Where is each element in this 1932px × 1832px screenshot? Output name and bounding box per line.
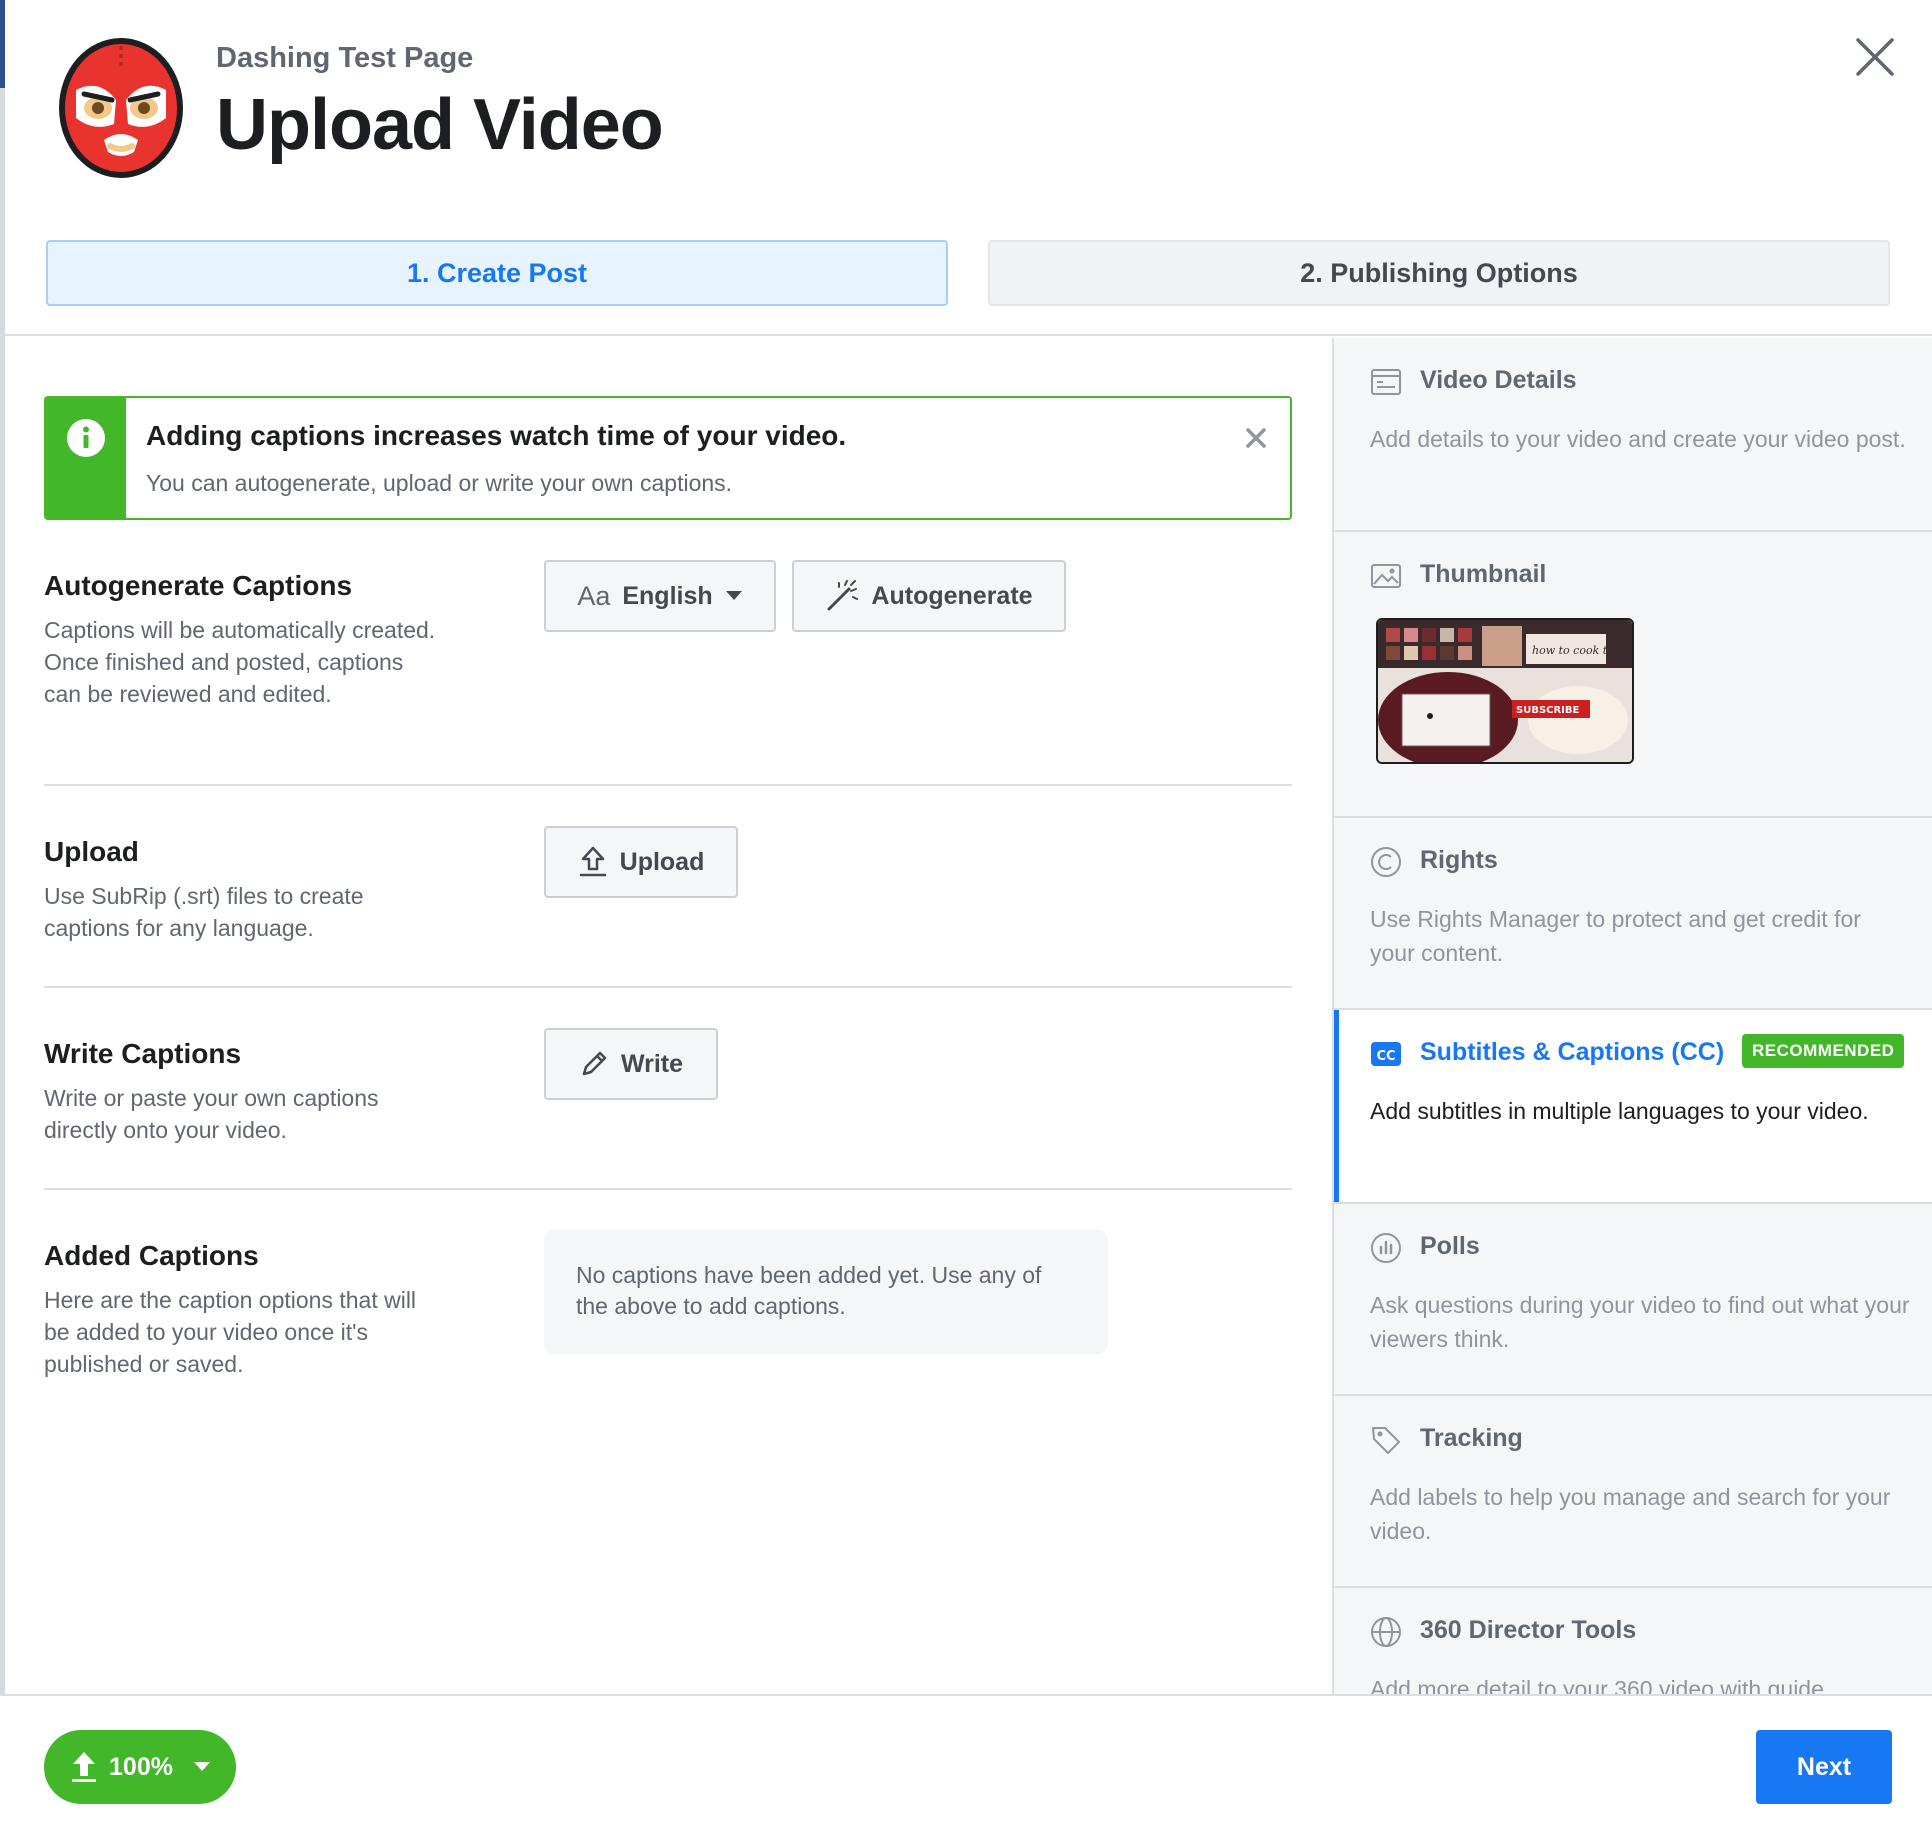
autogenerate-label: Autogenerate [871, 581, 1033, 610]
tag-icon [1370, 1424, 1402, 1456]
sidebar-item-label: Rights [1420, 846, 1498, 874]
sidebar-item-description: Add more detail to your 360 video with g… [1370, 1676, 1824, 1696]
cc-icon: CC [1370, 1038, 1402, 1070]
upload-progress-button[interactable]: 100% [44, 1730, 236, 1804]
sidebar-item-description: Use Rights Manager to protect and get cr… [1370, 906, 1861, 966]
captions-info-banner: Adding captions increases watch time of … [44, 396, 1292, 520]
sidebar-item-thumbnail[interactable]: Thumbnail how to cook that SUBSCRIBE [1334, 532, 1932, 818]
added-captions-title: Added Captions [44, 1240, 259, 1271]
added-captions-description: Here are the caption options that will b… [44, 1287, 417, 1377]
dialog-header: Dashing Test Page Upload Video 1. Create… [0, 0, 1932, 336]
upload-description: Use SubRip (.srt) files to create captio… [44, 883, 364, 941]
caret-down-icon [725, 591, 742, 600]
recommended-badge: RECOMMENDED [1742, 1034, 1905, 1068]
font-icon: Aa [577, 580, 611, 611]
luchador-mask-avatar [54, 28, 188, 178]
upload-arrow-icon [72, 1752, 97, 1782]
section-divider [44, 784, 1292, 786]
video-thumbnail[interactable]: how to cook that SUBSCRIBE [1376, 618, 1634, 764]
sidebar-item-description: Ask questions during your video to find … [1370, 1292, 1910, 1352]
sidebar-item-label: Polls [1420, 1232, 1480, 1260]
globe-icon [1370, 1616, 1402, 1648]
sidebar-item-label: Subtitles & Captions (CC) [1420, 1038, 1725, 1066]
sidebar-item-label: Thumbnail [1420, 560, 1547, 588]
banner-close-icon[interactable] [1242, 424, 1270, 452]
section-divider [44, 986, 1292, 988]
banner-title: Adding captions increases watch time of … [146, 420, 847, 451]
page-title: Upload Video [216, 85, 664, 165]
upload-icon [579, 846, 606, 877]
sidebar-item-description: Add subtitles in multiple languages to y… [1370, 1098, 1869, 1124]
captions-empty-state: No captions have been added yet. Use any… [544, 1230, 1108, 1354]
next-button[interactable]: Next [1756, 1730, 1892, 1804]
autogenerate-title: Autogenerate Captions [44, 570, 353, 601]
sidebar-item-label: 360 Director Tools [1420, 1616, 1637, 1644]
banner-text: You can autogenerate, upload or write yo… [146, 470, 733, 496]
language-label: English [622, 581, 713, 610]
svg-text:CC: CC [1376, 1049, 1395, 1064]
image-icon [1370, 560, 1402, 592]
close-icon[interactable] [1852, 34, 1898, 80]
autogenerate-button[interactable]: Autogenerate [792, 560, 1066, 632]
info-icon [66, 418, 106, 458]
sidebar-item-tracking[interactable]: Tracking Add labels to help you manage a… [1334, 1396, 1932, 1588]
sidebar-item-polls[interactable]: Polls Ask questions during your video to… [1334, 1204, 1932, 1396]
thumbnail-overlay-text: how to cook that [1532, 644, 1626, 657]
upload-progress-label: 100% [109, 1752, 173, 1781]
copyright-icon [1370, 846, 1402, 878]
caret-down-icon [193, 1762, 210, 1771]
page-name: Dashing Test Page [216, 42, 474, 74]
language-dropdown[interactable]: Aa English [544, 560, 776, 632]
autogenerate-description: Captions will be automatically created. … [44, 617, 436, 707]
upload-title: Upload [44, 836, 139, 867]
magic-wand-icon [827, 580, 859, 611]
tab-publishing-options[interactable]: 2. Publishing Options [988, 240, 1890, 306]
poll-icon [1370, 1232, 1402, 1264]
pencil-icon [582, 1051, 607, 1076]
sidebar-item-description: Add details to your video and create you… [1370, 426, 1906, 452]
sidebar-item-label: Tracking [1420, 1424, 1523, 1452]
sidebar-item-subtitles[interactable]: CC Subtitles & Captions (CC) RECOMMENDED… [1334, 1010, 1932, 1204]
sidebar-item-rights[interactable]: Rights Use Rights Manager to protect and… [1334, 818, 1932, 1010]
thumbnail-subscribe-text: SUBSCRIBE [1516, 705, 1580, 716]
upload-button[interactable]: Upload [544, 826, 738, 898]
sidebar-item-video-details[interactable]: Video Details Add details to your video … [1334, 338, 1932, 532]
active-indicator [1334, 1010, 1339, 1202]
upload-label: Upload [619, 847, 705, 876]
write-description: Write or paste your own captions directl… [44, 1085, 379, 1143]
section-divider [44, 1188, 1292, 1190]
sidebar-item-description: Add labels to help you manage and search… [1370, 1484, 1891, 1544]
post-options-sidebar: Video Details Add details to your video … [1332, 338, 1932, 1696]
sidebar-item-label: Video Details [1420, 366, 1577, 394]
dialog-footer: 100% Next [0, 1694, 1932, 1832]
video-details-icon [1370, 366, 1402, 398]
main-content: Adding captions increases watch time of … [0, 338, 1332, 1696]
write-title: Write Captions [44, 1038, 242, 1069]
write-button[interactable]: Write [544, 1028, 718, 1100]
sidebar-item-360-director[interactable]: 360 Director Tools Add more detail to yo… [1334, 1588, 1932, 1696]
tab-create-post[interactable]: 1. Create Post [46, 240, 948, 306]
write-label: Write [620, 1049, 684, 1078]
